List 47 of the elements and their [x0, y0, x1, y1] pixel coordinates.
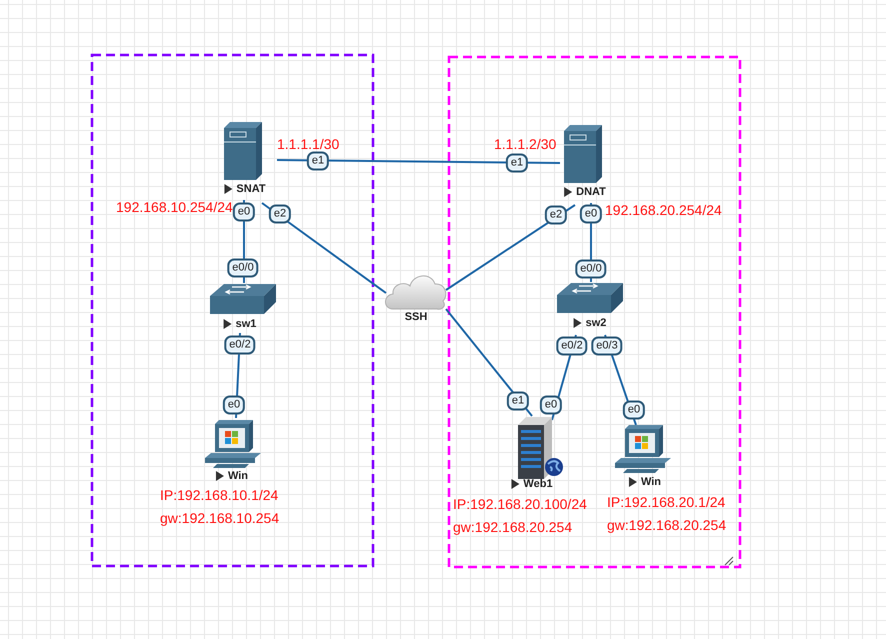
node-name: sw2: [586, 317, 606, 329]
node-name: SNAT: [236, 183, 266, 195]
computer-icon: [615, 425, 671, 473]
address-label: 1.1.1.1/30: [277, 136, 340, 152]
address-label: IP:192.168.10.1/24: [160, 487, 278, 503]
port-label: e0: [622, 400, 646, 420]
node-name: Web1: [523, 478, 553, 490]
server-icon: [516, 417, 564, 479]
port-label: e2: [544, 206, 568, 224]
switch-icon: [557, 283, 623, 313]
firewall-icon: [562, 125, 602, 183]
address-label: gw:192.168.20.254: [607, 517, 726, 533]
address-label: gw:192.168.20.254: [453, 519, 572, 535]
port-label: e0/0: [575, 260, 607, 278]
node-name: Win: [640, 476, 662, 488]
address-label: IP:192.168.20.100/24: [453, 496, 587, 512]
port-label: e0/2: [224, 336, 256, 354]
node-name: Win: [228, 470, 248, 482]
node-name: sw1: [236, 318, 256, 330]
port-label: e0/0: [227, 258, 259, 278]
resize-grip-icon[interactable]: [724, 556, 734, 566]
play-icon[interactable]: [511, 479, 520, 489]
address-label: 192.168.20.254/24: [605, 202, 722, 218]
port-label: e1: [306, 152, 330, 170]
address-label: IP:192.168.20.1/24: [607, 494, 726, 510]
port-label: e0/2: [556, 336, 588, 356]
port-label: e0/3: [591, 336, 623, 356]
firewall-icon: [222, 122, 262, 180]
port-label: e1: [506, 392, 530, 410]
node-name: DNAT: [576, 186, 606, 198]
port-label: e1: [506, 154, 528, 172]
node-name: SSH: [404, 311, 428, 323]
address-label: gw:192.168.10.254: [160, 510, 280, 526]
address-label: 1.1.1.2/30: [494, 136, 556, 152]
play-icon[interactable]: [216, 471, 224, 481]
play-icon[interactable]: [564, 187, 572, 197]
computer-icon: [205, 420, 261, 468]
port-label: e2: [268, 204, 292, 224]
port-label: e0: [540, 396, 562, 414]
address-label: 192.168.10.254/24: [116, 199, 233, 215]
play-icon[interactable]: [628, 477, 637, 487]
switch-icon: [210, 284, 276, 314]
port-label: e0: [232, 202, 256, 222]
port-label: e0: [222, 396, 246, 414]
play-icon[interactable]: [224, 184, 232, 194]
port-label: e0: [580, 204, 602, 224]
play-icon[interactable]: [574, 318, 582, 328]
